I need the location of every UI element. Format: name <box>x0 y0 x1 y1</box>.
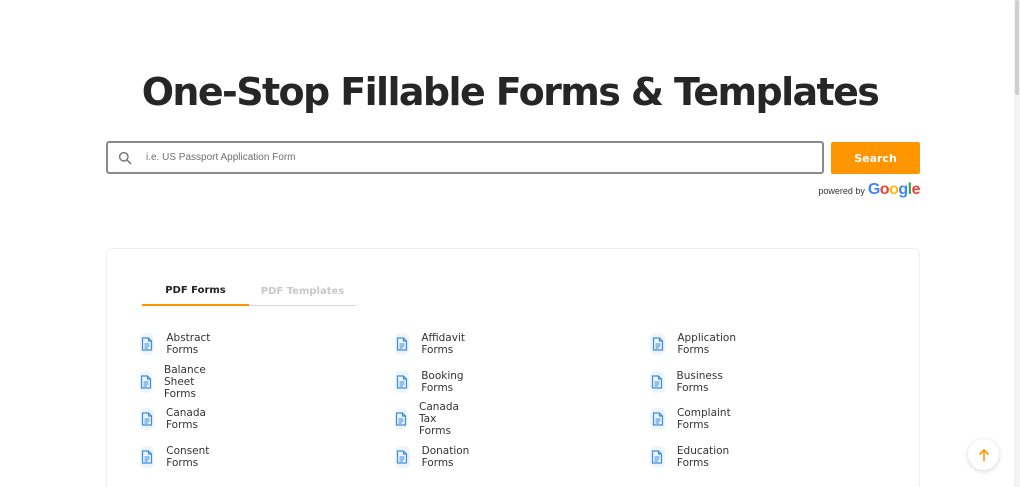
form-category-link[interactable]: Business Forms <box>650 370 730 394</box>
document-icon <box>650 333 666 355</box>
google-logo-letter: o <box>889 181 899 198</box>
form-category-label: Business Forms <box>676 370 723 394</box>
form-category-label: Canada Forms <box>166 407 206 431</box>
form-category-link[interactable]: Balance Sheet Forms <box>140 364 216 400</box>
form-category-link[interactable]: Consent Forms <box>140 445 217 469</box>
form-category-label: Abstract Forms <box>166 332 211 356</box>
form-category-label: Complaint Forms <box>677 407 731 431</box>
search-button[interactable]: Search <box>831 142 920 174</box>
search-icon <box>118 151 132 165</box>
document-icon <box>395 446 410 468</box>
form-category-link[interactable]: Affidavit Forms <box>395 332 473 356</box>
form-category-label: Balance Sheet Forms <box>164 364 206 400</box>
arrow-up-icon <box>977 448 991 462</box>
search-box[interactable] <box>106 141 824 174</box>
form-category-label: Booking Forms <box>421 370 464 394</box>
document-icon <box>140 333 155 355</box>
form-category-link[interactable]: Canada Tax Forms <box>395 401 469 437</box>
form-category-label: Donation Forms <box>421 445 470 469</box>
form-category-label: Education Forms <box>676 445 730 469</box>
document-icon <box>395 371 410 393</box>
form-category-label: Consent Forms <box>166 445 210 469</box>
form-category-link[interactable]: Donation Forms <box>395 445 477 469</box>
page-title: One-Stop Fillable Forms & Templates <box>141 70 880 114</box>
document-icon <box>140 446 155 468</box>
document-icon <box>395 333 410 355</box>
document-icon <box>140 371 152 393</box>
form-category-label: Canada Tax Forms <box>419 401 459 437</box>
form-category-link[interactable]: Abstract Forms <box>140 332 218 356</box>
document-icon <box>650 446 665 468</box>
document-icon <box>650 371 665 393</box>
form-category-link[interactable]: Application Forms <box>650 332 743 356</box>
tab-pdf-forms[interactable]: PDF Forms <box>142 277 249 306</box>
forms-panel: PDF Forms PDF Templates Abstract Forms Ba… <box>106 248 920 487</box>
form-category-link[interactable]: Complaint Forms <box>650 407 738 431</box>
back-to-top-button[interactable] <box>968 439 999 470</box>
google-logo-letter: o <box>879 181 890 198</box>
powered-by-text: powered by <box>818 186 865 196</box>
google-logo-letter: G <box>867 181 880 198</box>
form-category-label: Affidavit Forms <box>421 332 465 356</box>
document-icon <box>650 408 666 430</box>
google-logo: Google <box>867 181 921 199</box>
form-category-link[interactable]: Education Forms <box>650 445 736 469</box>
document-icon <box>140 408 155 430</box>
form-category-label: Application Forms <box>677 332 736 356</box>
search-input[interactable] <box>146 143 822 172</box>
form-category-link[interactable]: Canada Forms <box>140 407 214 431</box>
powered-by-google: powered by Google <box>818 181 920 199</box>
google-logo-letter: e <box>911 181 921 198</box>
google-logo-letter: g <box>898 181 908 198</box>
document-icon <box>395 408 407 430</box>
tab-bar: PDF Forms PDF Templates <box>142 277 356 306</box>
tab-pdf-templates[interactable]: PDF Templates <box>249 277 356 306</box>
form-category-link[interactable]: Booking Forms <box>395 370 471 394</box>
